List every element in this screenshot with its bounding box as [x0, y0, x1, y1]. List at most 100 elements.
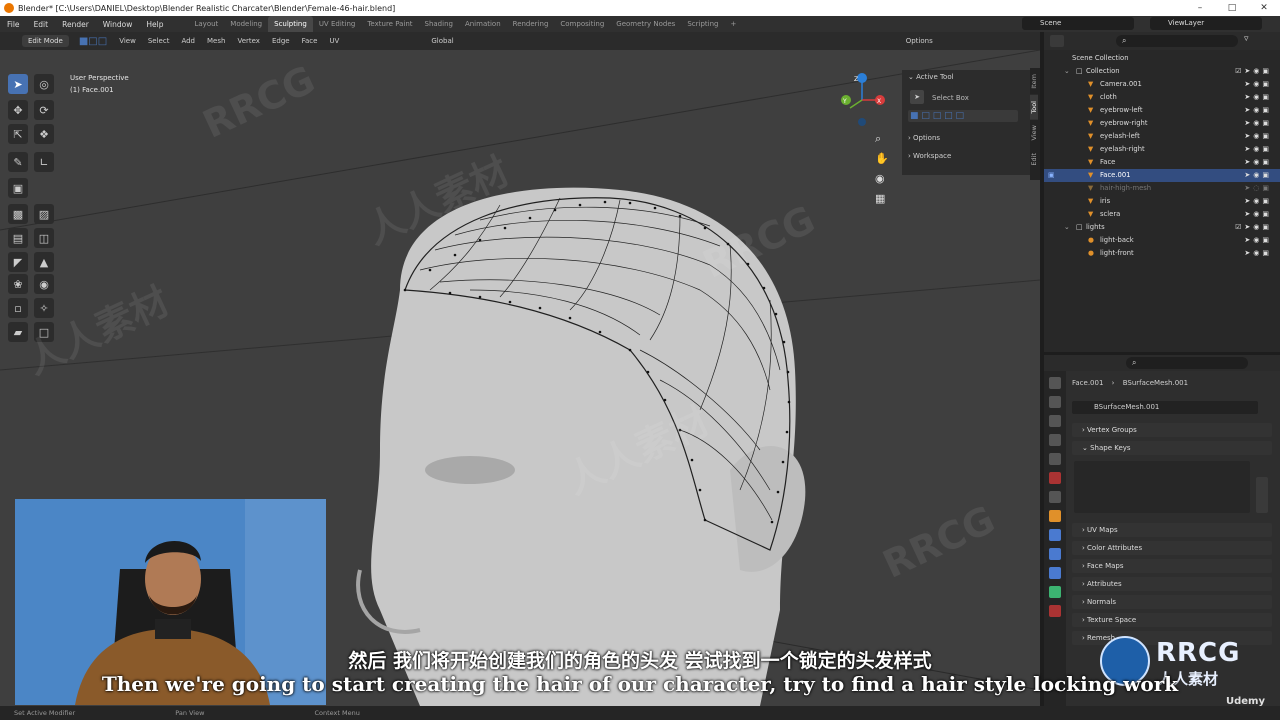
select-box-icon[interactable]: ➤ — [910, 90, 924, 104]
spin-tool-icon[interactable]: ❀ — [8, 274, 28, 294]
select-mode-icon[interactable]: ■□□ — [73, 36, 113, 47]
poly-build-tool-icon[interactable]: ▲ — [34, 252, 54, 272]
scale-tool-icon[interactable]: ⇱ — [8, 124, 28, 144]
transform-orientation[interactable]: Global — [425, 37, 459, 45]
view-layer-props-icon[interactable] — [1049, 434, 1061, 446]
render-props-icon[interactable] — [1049, 396, 1061, 408]
menu-edge[interactable]: Edge — [266, 37, 296, 45]
properties-search-input[interactable]: ⌕ — [1126, 357, 1248, 369]
tab-shading[interactable]: Shading — [419, 16, 459, 32]
tab-view[interactable]: View — [1030, 119, 1038, 146]
filter-icon[interactable]: ▿ — [1244, 34, 1249, 44]
outliner-row[interactable]: ⌄ □ Collection ☑➤◉▣ — [1044, 65, 1280, 78]
tab-sculpting[interactable]: Sculpting — [268, 16, 313, 32]
outliner-scene-collection[interactable]: Scene Collection — [1044, 52, 1280, 65]
menu-window[interactable]: Window — [96, 20, 140, 29]
outliner-row[interactable]: ▼ hair-high-mesh ➤◌▣ — [1044, 182, 1280, 195]
menu-uv[interactable]: UV — [323, 37, 345, 45]
section-texture-space[interactable]: › Texture Space — [1072, 613, 1272, 627]
output-props-icon[interactable] — [1049, 415, 1061, 427]
mode-selector[interactable]: Edit Mode — [22, 35, 69, 47]
material-props-icon[interactable] — [1049, 605, 1061, 617]
mesh-data-name-field[interactable]: BSurfaceMesh.001 — [1072, 401, 1258, 414]
annotate-tool-icon[interactable]: ✎ — [8, 152, 28, 172]
scene-props-icon[interactable] — [1049, 453, 1061, 465]
outliner-row[interactable]: ▼ Face ➤◉▣ — [1044, 156, 1280, 169]
options-section[interactable]: › Options — [908, 134, 940, 142]
outliner-row[interactable]: ▼ iris ➤◉▣ — [1044, 195, 1280, 208]
options-dropdown[interactable]: Options — [900, 37, 939, 45]
menu-select[interactable]: Select — [142, 37, 176, 45]
outliner-row[interactable]: ⌄ □ lights ☑➤◉▣ — [1044, 221, 1280, 234]
outliner-row[interactable]: ▼ eyelash-right ➤◉▣ — [1044, 143, 1280, 156]
section-vertex-groups[interactable]: › Vertex Groups — [1072, 423, 1272, 437]
add-workspace-icon[interactable]: + — [724, 16, 742, 32]
menu-file[interactable]: File — [0, 20, 27, 29]
shrink-fatten-tool-icon[interactable]: ✧ — [34, 298, 54, 318]
outliner-row[interactable]: ▼ eyelash-left ➤◉▣ — [1044, 130, 1280, 143]
physics-props-icon[interactable] — [1049, 567, 1061, 579]
tab-scripting[interactable]: Scripting — [681, 16, 724, 32]
knife-tool-icon[interactable]: ◤ — [8, 252, 28, 272]
particles-props-icon[interactable] — [1049, 548, 1061, 560]
menu-vertex[interactable]: Vertex — [231, 37, 266, 45]
modifier-props-icon[interactable] — [1049, 529, 1061, 541]
outliner-search-input[interactable]: ⌕ — [1116, 35, 1238, 47]
loop-cut-tool-icon[interactable]: ◫ — [34, 228, 54, 248]
tab-layout[interactable]: Layout — [188, 16, 224, 32]
object-props-icon[interactable] — [1049, 510, 1061, 522]
rotate-tool-icon[interactable]: ⟳ — [34, 100, 54, 120]
tab-edit[interactable]: Edit — [1030, 147, 1038, 172]
minimize-icon[interactable]: – — [1184, 0, 1216, 16]
menu-help[interactable]: Help — [139, 20, 170, 29]
section-normals[interactable]: › Normals — [1072, 595, 1272, 609]
tab-compositing[interactable]: Compositing — [554, 16, 610, 32]
view-layer-selector[interactable]: ViewLayer — [1150, 17, 1262, 30]
tab-animation[interactable]: Animation — [459, 16, 507, 32]
outliner-row[interactable]: ▼ eyebrow-right ➤◉▣ — [1044, 117, 1280, 130]
measure-tool-icon[interactable]: ∟ — [34, 152, 54, 172]
edge-slide-tool-icon[interactable]: ▫ — [8, 298, 28, 318]
section-color-attributes[interactable]: › Color Attributes — [1072, 541, 1272, 555]
maximize-icon[interactable]: □ — [1216, 0, 1248, 16]
bevel-tool-icon[interactable]: ▤ — [8, 228, 28, 248]
visibility-icons[interactable]: ☑➤◉▣ — [1235, 65, 1272, 78]
outliner-row-selected[interactable]: ▣ ▼ Face.001 ➤◉▣ — [1044, 169, 1280, 182]
menu-render[interactable]: Render — [55, 20, 96, 29]
active-tool-header[interactable]: ⌄ Active Tool — [908, 73, 954, 81]
outliner-row[interactable]: ▼ sclera ➤◉▣ — [1044, 208, 1280, 221]
section-attributes[interactable]: › Attributes — [1072, 577, 1272, 591]
menu-face[interactable]: Face — [296, 37, 324, 45]
menu-mesh[interactable]: Mesh — [201, 37, 231, 45]
tab-item[interactable]: Item — [1030, 68, 1038, 95]
move-tool-icon[interactable]: ✥ — [8, 100, 28, 120]
selection-mode-buttons[interactable]: ■ □ □ □ □ — [908, 110, 1018, 122]
cursor-tool-icon[interactable]: ◎ — [34, 74, 54, 94]
outliner-row[interactable]: ▼ eyebrow-left ➤◉▣ — [1044, 104, 1280, 117]
extrude-tool-icon[interactable]: ▩ — [8, 204, 28, 224]
add-cube-tool-icon[interactable]: ▣ — [8, 178, 28, 198]
menu-add[interactable]: Add — [175, 37, 201, 45]
tab-tool[interactable]: Tool — [1030, 94, 1038, 120]
select-box-tool-icon[interactable]: ➤ — [8, 74, 28, 94]
shape-keys-side-buttons[interactable] — [1256, 477, 1268, 513]
outliner-row[interactable]: ▼ Camera.001 ➤◉▣ — [1044, 78, 1280, 91]
tab-modeling[interactable]: Modeling — [224, 16, 268, 32]
inset-tool-icon[interactable]: ▨ — [34, 204, 54, 224]
smooth-tool-icon[interactable]: ◉ — [34, 274, 54, 294]
tab-uv-editing[interactable]: UV Editing — [313, 16, 362, 32]
section-shape-keys[interactable]: ⌄ Shape Keys — [1072, 441, 1272, 455]
menu-edit[interactable]: Edit — [27, 20, 56, 29]
tab-texture-paint[interactable]: Texture Paint — [361, 16, 418, 32]
editor-type-icon[interactable] — [1050, 35, 1064, 47]
mesh-data-props-icon[interactable] — [1049, 586, 1061, 598]
close-icon[interactable]: ✕ — [1248, 0, 1280, 16]
transform-tool-icon[interactable]: ❖ — [34, 124, 54, 144]
section-uv-maps[interactable]: › UV Maps — [1072, 523, 1272, 537]
tab-rendering[interactable]: Rendering — [507, 16, 555, 32]
outliner-row[interactable]: ▼ cloth ➤◉▣ — [1044, 91, 1280, 104]
menu-view[interactable]: View — [113, 37, 142, 45]
tool-props-icon[interactable] — [1049, 377, 1061, 389]
section-face-maps[interactable]: › Face Maps — [1072, 559, 1272, 573]
outliner-row[interactable]: ● light-back ➤◉▣ — [1044, 234, 1280, 247]
